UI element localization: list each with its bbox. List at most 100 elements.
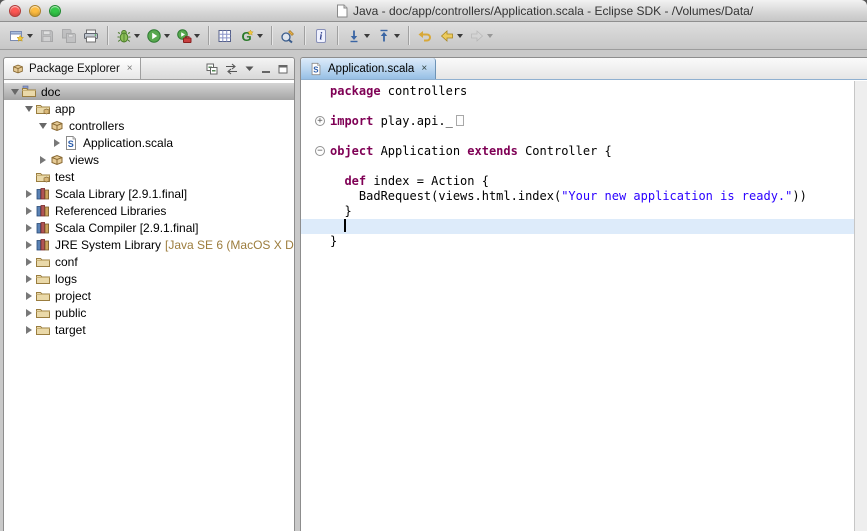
tree-item-app[interactable]: app	[4, 100, 294, 117]
package-explorer-icon	[11, 62, 25, 76]
zoom-button[interactable]	[49, 5, 61, 17]
tree-item-logs[interactable]: logs	[4, 270, 294, 287]
tab-application-scala[interactable]: S Application.scala ×	[301, 58, 436, 79]
disclosure-triangle[interactable]	[36, 123, 49, 129]
window-title-text: Java - doc/app/controllers/Application.s…	[353, 4, 753, 18]
tree-item-label: public	[55, 306, 86, 320]
fold-marker-collapsed[interactable]: +	[315, 116, 325, 126]
window-title: Java - doc/app/controllers/Application.s…	[336, 3, 753, 19]
tab-package-explorer[interactable]: Package Explorer ×	[4, 58, 141, 79]
new-icon	[9, 28, 25, 44]
close-editor-tab-button[interactable]: ×	[421, 64, 427, 74]
forward-icon	[469, 28, 485, 44]
java-browsing-button[interactable]	[214, 24, 236, 48]
disclosure-triangle[interactable]	[22, 309, 35, 317]
code-line: −object Application extends Controller {	[301, 144, 854, 159]
disclosure-triangle[interactable]	[8, 89, 21, 95]
disclosure-triangle[interactable]	[22, 106, 35, 112]
tree-item-project[interactable]: project	[4, 287, 294, 304]
library-icon	[35, 237, 51, 253]
code-line: }	[301, 234, 854, 249]
disclosure-triangle[interactable]	[50, 139, 63, 147]
tree-item-label: Scala Library [2.9.1.final]	[55, 187, 187, 201]
code-editor[interactable]: package controllers+import play.api._−ob…	[301, 81, 854, 531]
tree-item-public[interactable]: public	[4, 304, 294, 321]
disclosure-triangle[interactable]	[22, 326, 35, 334]
maximize-button[interactable]	[278, 64, 288, 74]
library-icon	[35, 203, 51, 219]
run-external-tools-button[interactable]	[173, 24, 203, 48]
maximize-icon	[278, 64, 288, 74]
minimize-button[interactable]	[29, 5, 41, 17]
titlebar[interactable]: Java - doc/app/controllers/Application.s…	[0, 0, 867, 22]
tree-item-jre-system-library[interactable]: JRE System Library[Java SE 6 (MacOS X De…	[4, 236, 294, 253]
link-with-editor-button[interactable]	[225, 63, 238, 75]
package-explorer-panel: Package Explorer × docappcontrollersSApp…	[3, 57, 295, 531]
last-edit-location-button[interactable]	[414, 24, 436, 48]
info-button[interactable]: i	[310, 24, 332, 48]
fold-ruler	[314, 159, 328, 174]
fold-ruler	[314, 84, 328, 99]
debug-button[interactable]	[113, 24, 143, 48]
tree-item-views[interactable]: views	[4, 151, 294, 168]
eclipse-window: Java - doc/app/controllers/Application.s…	[0, 0, 867, 531]
tree-item-label: Referenced Libraries	[55, 204, 166, 218]
tree-item-scala-compiler-2-9-1-final[interactable]: Scala Compiler [2.9.1.final]	[4, 219, 294, 236]
disclosure-triangle[interactable]	[22, 224, 35, 232]
disclosure-triangle[interactable]	[22, 258, 35, 266]
previous-annotation-button[interactable]	[373, 24, 403, 48]
annotation-ruler	[301, 144, 314, 159]
toolbar-separator	[107, 26, 108, 45]
tree-item-controllers[interactable]: controllers	[4, 117, 294, 134]
back-button[interactable]	[436, 24, 466, 48]
disclosure-triangle[interactable]	[22, 292, 35, 300]
tree-item-label: test	[55, 170, 74, 184]
library-icon	[35, 220, 51, 236]
disclosure-triangle[interactable]	[22, 207, 35, 215]
document-proxy-icon	[336, 4, 348, 18]
view-menu-button[interactable]	[245, 64, 254, 73]
save-all-button[interactable]	[58, 24, 80, 48]
toolbar-separator	[208, 26, 209, 45]
disclosure-triangle[interactable]	[22, 275, 35, 283]
collapse-all-button[interactable]	[206, 63, 218, 75]
close-button[interactable]	[9, 5, 21, 17]
new-wizard-button[interactable]	[6, 24, 36, 48]
main-toolbar: Gi	[0, 22, 867, 50]
tree-item-target[interactable]: target	[4, 321, 294, 338]
view-tab-label: Package Explorer	[29, 63, 120, 75]
fold-ruler	[314, 189, 328, 204]
fold-marker-expanded[interactable]: −	[315, 146, 325, 156]
folded-region-box[interactable]	[456, 115, 464, 126]
disclosure-triangle[interactable]	[22, 190, 35, 198]
save-button[interactable]	[36, 24, 58, 48]
print-button[interactable]	[80, 24, 102, 48]
annotation-ruler	[301, 99, 314, 114]
toolbar-separator	[304, 26, 305, 45]
g-icon: G	[239, 28, 255, 44]
link-with-editor-icon	[225, 63, 238, 75]
tree-item-test[interactable]: test	[4, 168, 294, 185]
editor-tab-label: Application.scala	[328, 63, 414, 75]
tree-item-referenced-libraries[interactable]: Referenced Libraries	[4, 202, 294, 219]
run-button[interactable]	[143, 24, 173, 48]
last-edit-icon	[417, 28, 433, 44]
disclosure-triangle[interactable]	[22, 241, 35, 249]
disclosure-triangle[interactable]	[36, 156, 49, 164]
down-arrow-icon	[346, 28, 362, 44]
tree-item-application-scala[interactable]: SApplication.scala	[4, 134, 294, 151]
tree-item-conf[interactable]: conf	[4, 253, 294, 270]
search-button[interactable]	[277, 24, 299, 48]
search-icon	[280, 28, 296, 44]
view-tab-bar: Package Explorer ×	[4, 58, 294, 80]
minimize-button[interactable]	[261, 64, 271, 74]
next-annotation-button[interactable]	[343, 24, 373, 48]
tree-item-doc[interactable]: doc	[4, 83, 294, 100]
overview-ruler[interactable]	[854, 81, 867, 531]
tree-item-scala-library-2-9-1-final[interactable]: Scala Library [2.9.1.final]	[4, 185, 294, 202]
forward-button[interactable]	[466, 24, 496, 48]
new-scala-wizard-button[interactable]: G	[236, 24, 266, 48]
folder-icon	[35, 322, 51, 338]
save-icon	[39, 28, 55, 44]
close-view-button[interactable]: ×	[127, 64, 133, 74]
